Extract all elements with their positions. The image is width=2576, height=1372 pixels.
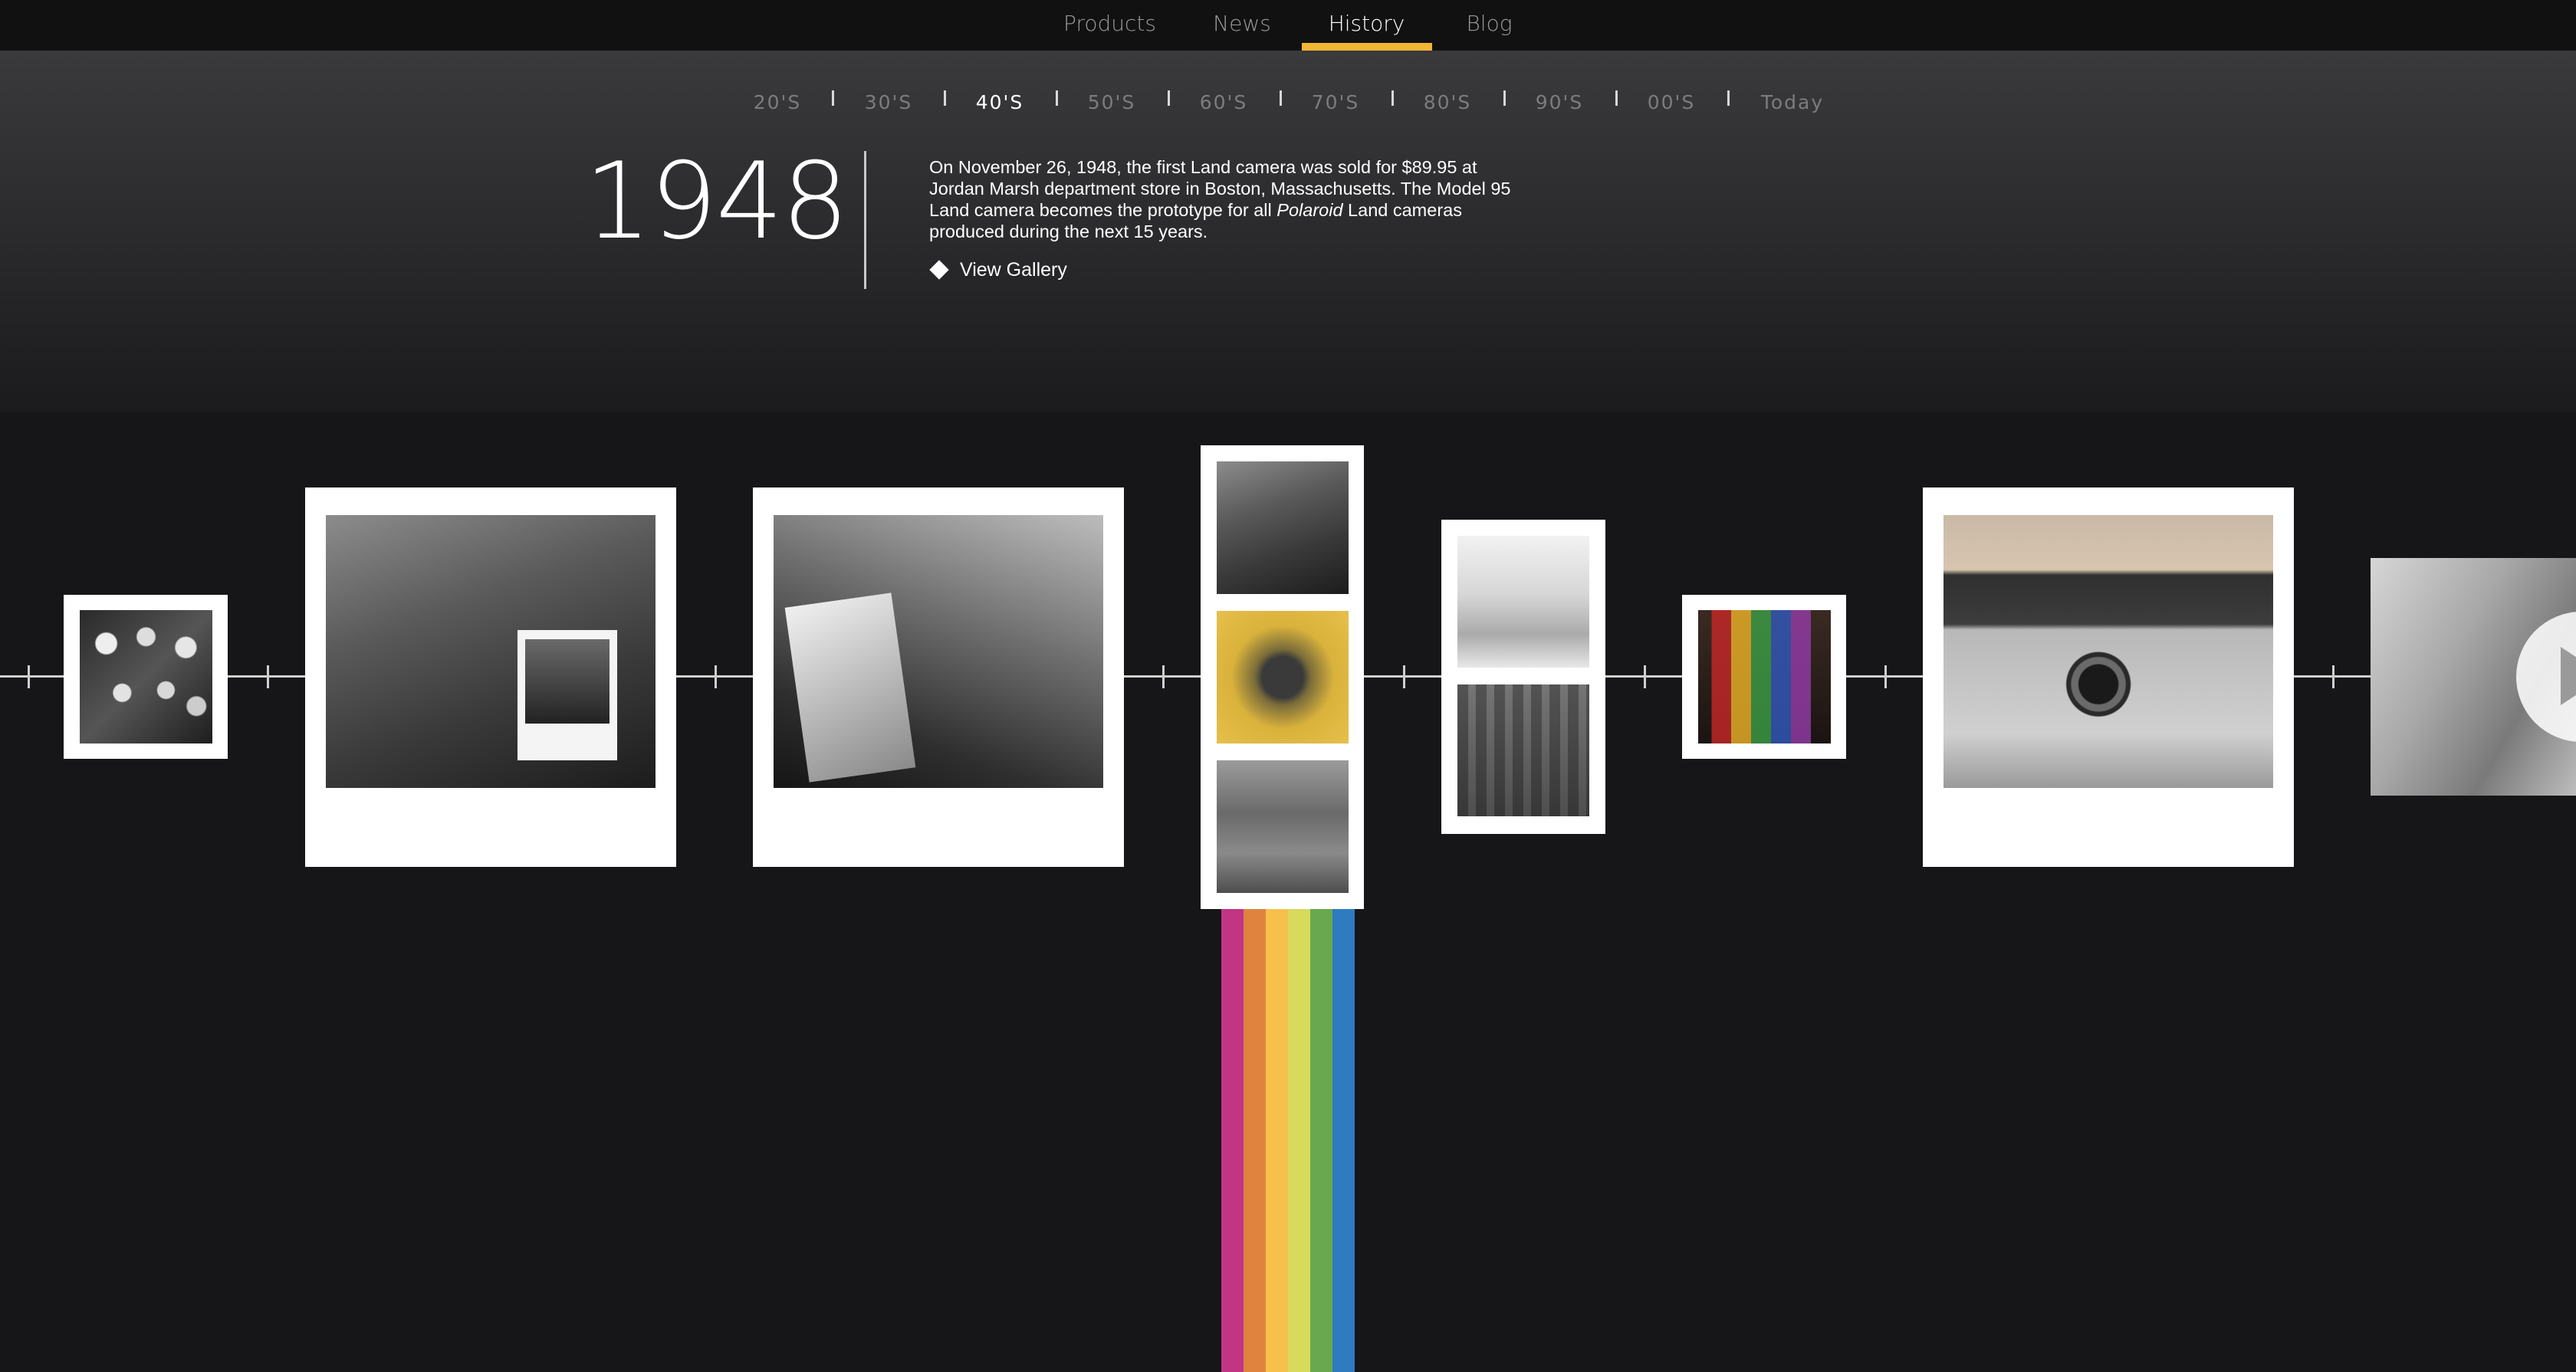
decade-40s[interactable]: 40'S bbox=[961, 89, 1038, 117]
print-inset bbox=[518, 630, 617, 760]
entry-divider bbox=[864, 151, 866, 289]
rainbow-stripe bbox=[1221, 909, 1355, 1372]
rainbow-band-magenta bbox=[1221, 909, 1244, 1372]
photo-camera-factory[interactable] bbox=[1441, 520, 1605, 834]
view-gallery-link[interactable]: View Gallery bbox=[929, 258, 1067, 282]
photo-land-with-negative[interactable] bbox=[753, 487, 1124, 867]
decade-separator bbox=[1503, 90, 1506, 106]
print-inset-image bbox=[525, 639, 610, 724]
play-button[interactable] bbox=[2516, 612, 2576, 742]
photo-image bbox=[1944, 515, 2273, 788]
timeline-tick bbox=[1162, 665, 1165, 688]
entry-description: On November 26, 1948, the first Land cam… bbox=[929, 156, 1512, 242]
timeline-tick bbox=[1884, 665, 1887, 688]
photo-image-2 bbox=[1217, 611, 1349, 743]
diamond-icon bbox=[929, 260, 949, 280]
view-gallery-label: View Gallery bbox=[960, 258, 1067, 281]
history-page: Products News History Blog 20'S 30'S 40'… bbox=[0, 0, 2576, 1372]
negative-print bbox=[784, 592, 916, 783]
photo-image bbox=[1698, 610, 1831, 743]
decade-separator bbox=[1056, 90, 1058, 106]
entry-description-brand: Polaroid bbox=[1276, 200, 1343, 220]
timeline-tick bbox=[1644, 665, 1646, 688]
play-icon bbox=[2561, 647, 2576, 705]
top-nav: Products News History Blog bbox=[0, 0, 2576, 52]
timeline-tick bbox=[1403, 665, 1405, 688]
decade-separator bbox=[1280, 90, 1282, 106]
rainbow-band-blue bbox=[1332, 909, 1355, 1372]
photo-land-camera-model-95[interactable] bbox=[1201, 445, 1364, 909]
entry-year: 1948 bbox=[584, 139, 849, 263]
decade-20s[interactable]: 20'S bbox=[739, 89, 816, 117]
nav-active-indicator bbox=[1302, 43, 1432, 51]
nav-blog[interactable]: Blog bbox=[1453, 0, 1526, 52]
photo-audience-3d-glasses[interactable] bbox=[64, 595, 228, 759]
nav-products[interactable]: Products bbox=[1050, 0, 1169, 52]
rainbow-band-yellow bbox=[1266, 909, 1288, 1372]
photo-color-demo[interactable] bbox=[1682, 595, 1846, 759]
decade-00s[interactable]: 00'S bbox=[1633, 89, 1710, 117]
decade-80s[interactable]: 80'S bbox=[1409, 89, 1486, 117]
decade-70s[interactable]: 70'S bbox=[1297, 89, 1374, 117]
photo-image-2 bbox=[1457, 684, 1589, 816]
timeline-tick bbox=[28, 665, 30, 688]
photo-image bbox=[774, 515, 1103, 788]
photo-land-holding-print[interactable] bbox=[305, 487, 676, 867]
photo-automatic-camera[interactable] bbox=[1923, 487, 2294, 867]
timeline-tick bbox=[2332, 665, 2334, 688]
photo-image bbox=[80, 610, 212, 743]
decade-90s[interactable]: 90'S bbox=[1521, 89, 1598, 117]
decade-separator bbox=[1615, 90, 1618, 106]
rainbow-band-lime bbox=[1288, 909, 1310, 1372]
rainbow-band-orange bbox=[1244, 909, 1266, 1372]
photo-image-1 bbox=[1217, 461, 1349, 594]
nav-news[interactable]: News bbox=[1196, 0, 1288, 52]
decade-60s[interactable]: 60'S bbox=[1185, 89, 1262, 117]
photo-video-thumbnail[interactable] bbox=[2371, 558, 2576, 796]
decade-separator bbox=[1727, 90, 1730, 106]
decade-separator bbox=[832, 90, 834, 106]
timeline-tick bbox=[267, 665, 269, 688]
decade-separator bbox=[944, 90, 946, 106]
rainbow-band-green bbox=[1310, 909, 1332, 1372]
decade-today[interactable]: Today bbox=[1750, 89, 1835, 117]
photo-image-3 bbox=[1217, 760, 1349, 893]
photo-image bbox=[326, 515, 656, 788]
photo-image-1 bbox=[1457, 536, 1589, 668]
timeline-tick bbox=[715, 665, 717, 688]
decade-50s[interactable]: 50'S bbox=[1073, 89, 1150, 117]
decade-separator bbox=[1168, 90, 1170, 106]
decade-separator bbox=[1392, 90, 1394, 106]
decade-30s[interactable]: 30'S bbox=[850, 89, 927, 117]
